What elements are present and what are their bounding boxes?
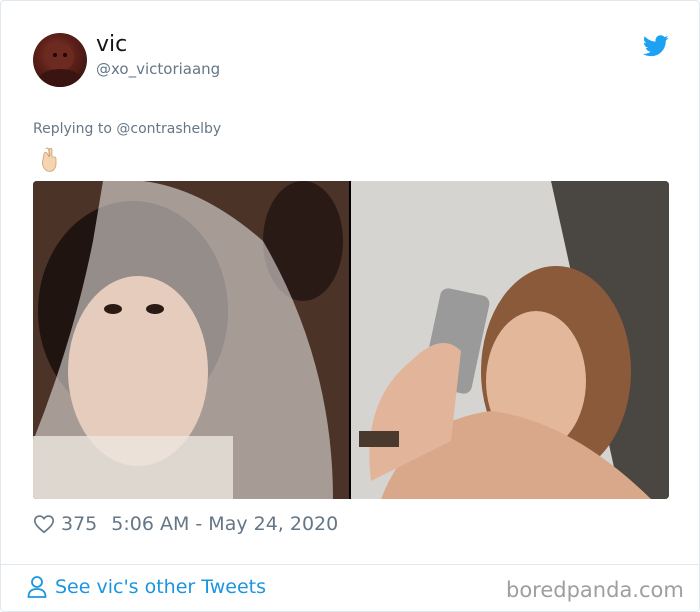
selfie-illustration: [351, 181, 669, 499]
tweet-timestamp[interactable]: 5:06 AM - May 24, 2020: [111, 513, 338, 535]
tweet-card: vic @xo_victoriaang Replying to @contras…: [0, 0, 700, 612]
boredpanda-watermark: boredpanda.com: [506, 578, 684, 602]
crossed-fingers-emoji-icon: [42, 147, 57, 172]
tweet-meta: 375 5:06 AM - May 24, 2020: [33, 513, 338, 535]
twitter-bird-icon[interactable]: [643, 35, 669, 57]
user-avatar[interactable]: [33, 33, 87, 87]
person-icon: [27, 576, 47, 598]
see-other-tweets-label[interactable]: See vic's other Tweets: [55, 576, 266, 598]
heart-icon[interactable]: [33, 513, 55, 535]
replying-to-text[interactable]: Replying to @contrashelby: [33, 121, 221, 137]
vintage-bride-photo[interactable]: [33, 181, 349, 499]
avatar-image: [38, 43, 82, 87]
user-handle[interactable]: @xo_victoriaang: [96, 60, 220, 78]
like-count: 375: [61, 513, 98, 535]
user-display-name[interactable]: vic: [96, 32, 127, 57]
footer-divider: [1, 564, 699, 565]
see-other-tweets-link[interactable]: See vic's other Tweets: [27, 575, 266, 599]
bride-illustration: [33, 181, 349, 499]
tweet-media[interactable]: [33, 181, 669, 499]
mirror-selfie-photo[interactable]: [351, 181, 669, 499]
